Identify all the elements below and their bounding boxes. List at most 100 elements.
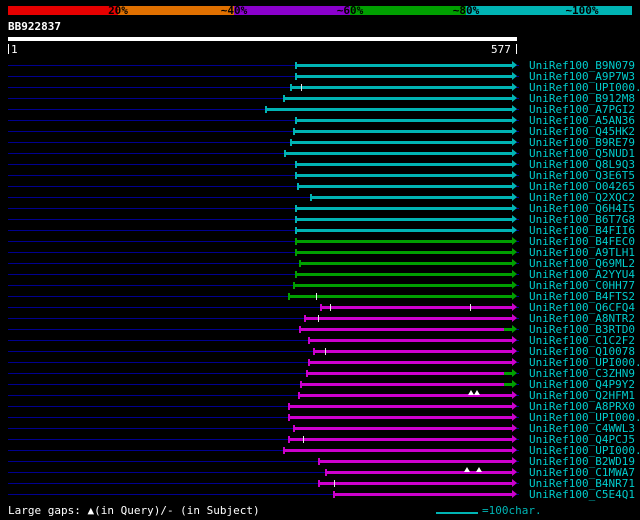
hit-label[interactable]: UniRef100_C5E4Q1 (529, 489, 635, 500)
hit-bar[interactable] (298, 326, 512, 333)
hit-bar[interactable] (295, 205, 512, 212)
bar-arrowhead (512, 149, 517, 157)
bar-arrowhead (512, 215, 517, 223)
bar-start-tick (293, 128, 296, 135)
hit-bar[interactable] (295, 271, 512, 278)
hit-bar[interactable] (283, 150, 512, 157)
hit-bar[interactable] (300, 381, 512, 388)
bar-arrowhead (512, 446, 517, 454)
subject-gap-tick (325, 348, 327, 355)
hit-rows: UniRef100_B9N079 UniRef100_A9P7W3 UniRef10… (0, 60, 640, 500)
blast-graphical-overview: 20% ~40% ~60% ~80% ~100% BB922837 1 577 UniR… (0, 0, 640, 520)
hit-bar[interactable] (318, 480, 512, 487)
bar-arrowhead (512, 468, 517, 476)
hit-bar[interactable] (293, 282, 512, 289)
query-gap-marker (463, 467, 470, 472)
hit-bar[interactable] (288, 293, 512, 300)
axis-min-label: 1 (11, 43, 18, 56)
hit-bar[interactable] (293, 128, 512, 135)
bar-arrowhead (512, 292, 517, 300)
bar-start-tick (295, 73, 298, 80)
axis-start-tick (8, 44, 9, 54)
identity-seg-label: ~60% (336, 4, 364, 17)
hit-bar[interactable] (288, 403, 512, 410)
bar-start-tick (292, 425, 295, 432)
subject-gap-tick (303, 436, 305, 443)
hit-bar[interactable] (325, 469, 512, 476)
bar-arrowhead (512, 402, 517, 410)
subject-gap-tick (470, 304, 472, 311)
bar-arrowhead (512, 193, 517, 201)
bar-arrowhead (512, 248, 517, 256)
hit-bar[interactable] (295, 161, 512, 168)
scale-legend-line (436, 512, 478, 514)
query-gap-marker (476, 467, 482, 472)
bar-arrowhead (512, 72, 517, 80)
hit-bar[interactable] (288, 414, 512, 421)
bar-start-tick (304, 315, 307, 322)
hit-row: UniRef100_C5E4Q1 (0, 489, 640, 500)
bar-start-tick (288, 293, 291, 300)
hit-bar[interactable] (318, 458, 512, 465)
hit-bar[interactable] (288, 436, 512, 443)
bar-start-tick (307, 359, 310, 366)
query-gap-marker (468, 390, 475, 395)
bar-arrowhead (512, 281, 517, 289)
hit-bar[interactable] (292, 425, 512, 432)
hit-bar[interactable] (265, 106, 512, 113)
bar-arrowhead (512, 171, 517, 179)
bar-arrowhead (512, 424, 517, 432)
bar-start-tick (319, 304, 322, 311)
hit-bar[interactable] (307, 359, 512, 366)
hit-bar[interactable] (282, 447, 512, 454)
bar-arrowhead (512, 479, 517, 487)
hit-bar[interactable] (305, 370, 512, 377)
bar-arrowhead (512, 325, 517, 333)
hit-bar[interactable] (282, 95, 512, 102)
bar-arrowhead (512, 105, 517, 113)
gaps-note: Large gaps: ▲(in Query)/- (in Subject) (8, 504, 260, 517)
bar-start-tick (295, 161, 298, 168)
bar-arrowhead (512, 347, 517, 355)
hit-bar[interactable] (295, 62, 512, 69)
hit-bar[interactable] (295, 172, 512, 179)
bar-arrowhead (512, 237, 517, 245)
hit-bar[interactable] (307, 337, 512, 344)
identity-scalebar: 20% ~40% ~60% ~80% ~100% (8, 4, 632, 17)
hit-bar[interactable] (295, 117, 512, 124)
identity-seg-label: ~80% (452, 4, 480, 17)
identity-seg-4 (466, 6, 632, 15)
bar-start-tick (325, 469, 328, 476)
bar-start-tick (288, 414, 291, 421)
bar-start-tick (310, 194, 313, 201)
hit-bar[interactable] (295, 238, 512, 245)
subject-gap-tick (329, 304, 331, 311)
bar-arrowhead (512, 61, 517, 69)
hit-bar[interactable] (295, 227, 512, 234)
bar-start-tick (293, 282, 296, 289)
scale-legend-label: =100char. (482, 504, 542, 517)
hit-bar[interactable] (310, 194, 512, 201)
bar-arrowhead (512, 413, 517, 421)
bar-start-tick (295, 117, 298, 124)
hit-bar[interactable] (295, 73, 512, 80)
hit-bar[interactable] (319, 304, 512, 311)
hit-bar[interactable] (298, 260, 512, 267)
hit-bar[interactable] (296, 183, 512, 190)
bar-arrowhead (512, 270, 517, 278)
hit-bar[interactable] (312, 348, 512, 355)
bar-start-tick (289, 84, 292, 91)
hit-bar[interactable] (295, 249, 512, 256)
hit-bar[interactable] (289, 139, 512, 146)
bar-start-tick (295, 172, 298, 179)
bar-high-identity-tip (503, 372, 512, 375)
bar-arrowhead (512, 138, 517, 146)
hit-bar[interactable] (289, 84, 512, 91)
hit-bar[interactable] (304, 315, 512, 322)
bar-start-tick (298, 326, 301, 333)
bar-start-tick (295, 205, 298, 212)
bar-high-identity-tip (503, 328, 512, 331)
hit-bar[interactable] (333, 491, 512, 498)
bar-start-tick (295, 227, 298, 234)
hit-bar[interactable] (295, 216, 512, 223)
